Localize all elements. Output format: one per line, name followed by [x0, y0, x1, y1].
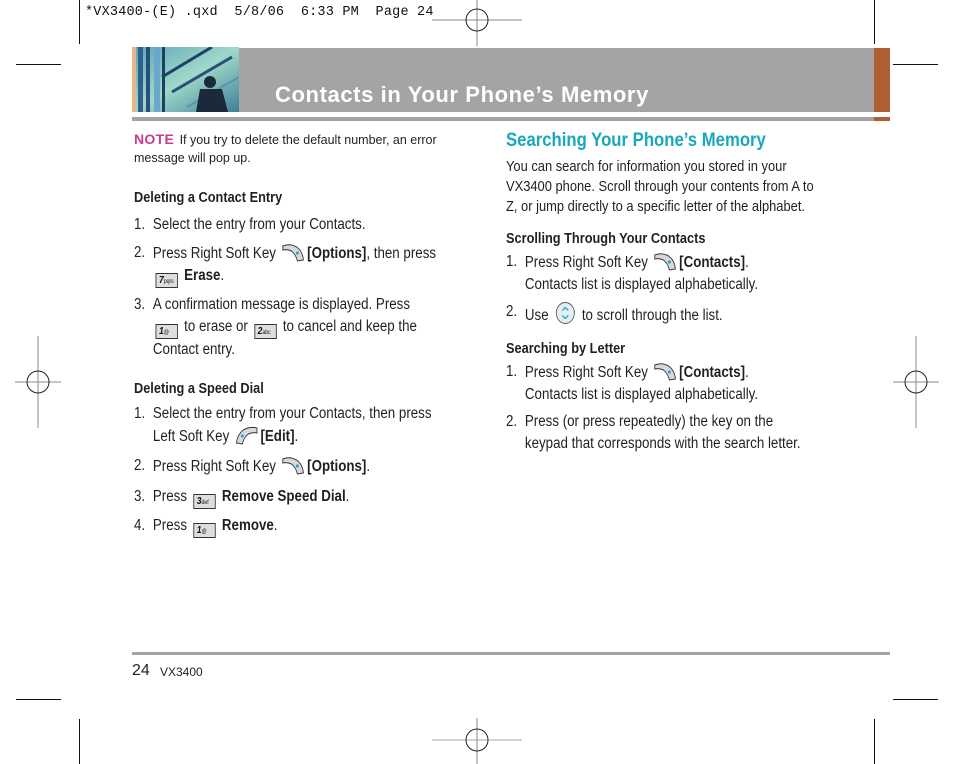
registration-mark-icon [15, 336, 61, 428]
step: 2. Press (or press repeatedly) the key o… [506, 413, 801, 452]
crop-mark [874, 719, 875, 764]
footer-rule [132, 652, 890, 655]
note: NOTE If you try to delete the default nu… [134, 130, 454, 167]
note-text: message will pop up. [134, 151, 251, 165]
page-number: 24 [132, 662, 150, 679]
key-1-icon: 1@ [155, 324, 178, 339]
step: 4. Press 1@ Remove. [134, 517, 278, 538]
crop-mark [874, 0, 875, 44]
step: 1. Press Right Soft Key [Contacts]. Cont… [506, 361, 759, 403]
step: 1. Press Right Soft Key [Contacts]. Cont… [506, 251, 759, 293]
registration-mark-icon [893, 336, 939, 428]
subheading-scrolling: Scrolling Through Your Contacts [506, 231, 706, 247]
right-soft-key-icon [653, 251, 677, 271]
registration-mark-icon [432, 718, 522, 764]
step: 2. Use to scroll through the list. [506, 302, 723, 324]
key-1-icon: 1@ [193, 523, 216, 538]
crop-mark [16, 699, 61, 700]
step: 1. Select the entry from your Contacts, … [134, 405, 432, 445]
right-soft-key-icon [281, 242, 305, 262]
crop-mark [893, 64, 938, 65]
navigation-key-icon [555, 302, 575, 324]
page-title: Contacts in Your Phone’s Memory [275, 82, 649, 107]
left-soft-key-icon [235, 425, 259, 445]
crop-mark [79, 0, 80, 44]
header-accent [874, 48, 890, 112]
step: 2. Press Right Soft Key [Options]. [134, 455, 371, 475]
right-soft-key-icon [281, 455, 305, 475]
note-text: If you try to delete the default number,… [179, 133, 437, 147]
intro-paragraph: You can search for information you store… [506, 158, 814, 215]
step: 3. A confirmation message is displayed. … [134, 296, 417, 358]
header-rule-accent [874, 117, 890, 121]
subheading-deleting-speed-dial: Deleting a Speed Dial [134, 381, 264, 397]
steps-deleting-speed-dial: 1. Select the entry from your Contacts, … [134, 403, 474, 538]
right-column: Searching Your Phone’s Memory You can se… [506, 130, 846, 455]
note-label: NOTE [134, 131, 175, 147]
right-soft-key-icon [653, 361, 677, 381]
crop-mark [79, 719, 80, 764]
step: 1. Select the entry from your Contacts. [134, 216, 366, 233]
step: 3. Press 3def Remove Speed Dial. [134, 488, 350, 509]
header-rule [132, 117, 874, 121]
section-title: Searching Your Phone’s Memory [506, 130, 766, 151]
subheading-deleting-contact: Deleting a Contact Entry [134, 190, 283, 206]
crop-mark [16, 64, 61, 65]
key-3-icon: 3def [193, 494, 216, 509]
crop-mark [893, 699, 938, 700]
left-column: NOTE If you try to delete the default nu… [134, 130, 474, 538]
model-name: VX3400 [160, 665, 203, 679]
steps-scrolling: 1. Press Right Soft Key [Contacts]. Cont… [506, 251, 846, 327]
step: 2. Press Right Soft Key [Options], then … [134, 242, 437, 288]
printer-slug: *VX3400-(E) .qxd 5/8/06 6:33 PM Page 24 [85, 5, 434, 20]
key-7-icon: 7pqrs [155, 273, 178, 288]
steps-deleting-contact: 1. Select the entry from your Contacts. … [134, 214, 474, 361]
registration-mark-icon [432, 0, 522, 46]
key-2-icon: 2abc [254, 324, 277, 339]
subheading-by-letter: Searching by Letter [506, 341, 626, 357]
steps-by-letter: 1. Press Right Soft Key [Contacts]. Cont… [506, 361, 846, 455]
header-photo [132, 47, 239, 112]
